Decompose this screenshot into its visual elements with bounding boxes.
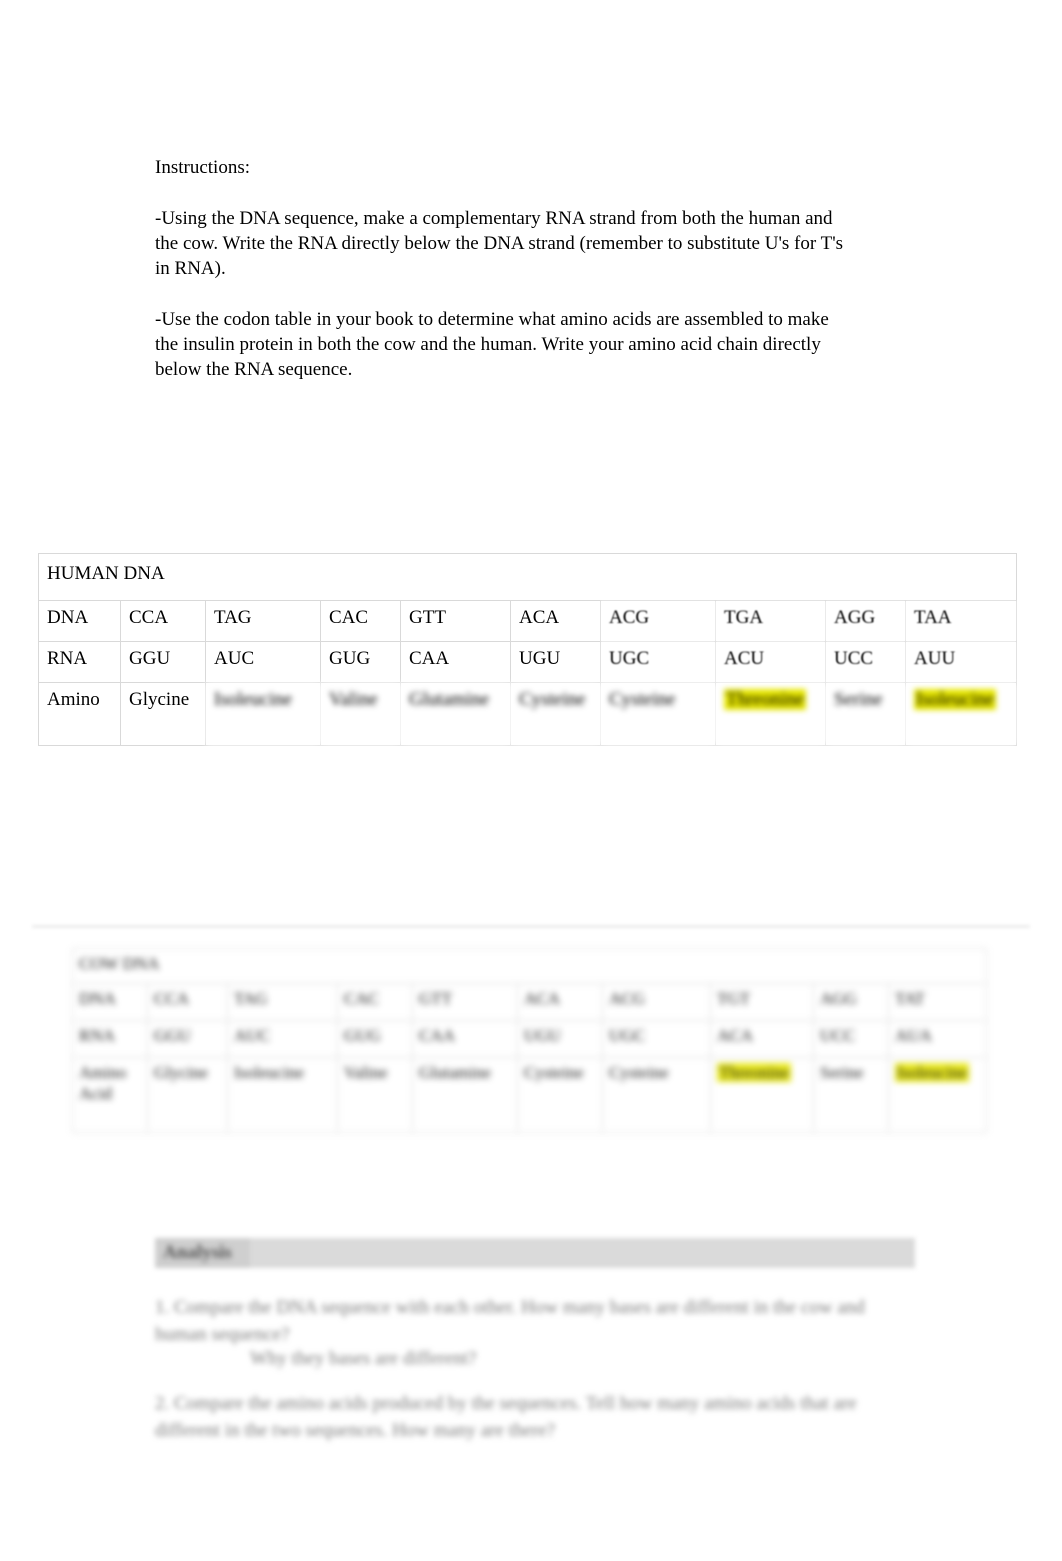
- row-label-rna: RNA: [72, 1020, 148, 1058]
- cell-rna-7: ACU: [715, 641, 826, 683]
- cell-dna-9: TAT: [887, 983, 988, 1021]
- table-row-rna: RNA GGU AUC GUG CAA UGU UGC ACA UCC AUA: [72, 1020, 988, 1058]
- cell-rna-8: UCC: [825, 641, 906, 683]
- cell-amino-4: Glutamine: [400, 682, 511, 746]
- analysis-heading-label: Analysis: [163, 1242, 232, 1263]
- table-row-title: COW DNA: [71, 948, 988, 984]
- analysis-heading-bar: [155, 1238, 915, 1268]
- cell-amino-5: Cysteine: [517, 1057, 603, 1133]
- highlight-amino-9: Isoleucine: [914, 689, 997, 710]
- cell-dna-4: GTT: [400, 600, 511, 642]
- cell-rna-5: UGU: [510, 641, 601, 683]
- cell-amino-3: Valine: [337, 1057, 413, 1133]
- human-dna-table: HUMAN DNA DNA CCA TAG CAC GTT ACA ACG TG…: [37, 553, 1018, 746]
- cell-dna-7: TGA: [715, 600, 826, 642]
- cow-dna-table: COW DNA DNA CCA TAG CAC GTT ACA ACG TGT …: [71, 948, 988, 1133]
- row-label-dna: DNA: [72, 983, 148, 1021]
- highlight-amino-7: Threonine: [717, 1063, 791, 1082]
- cell-dna-1: CCA: [147, 983, 228, 1021]
- cell-rna-4: CAA: [400, 641, 511, 683]
- cell-rna-6: UGC: [602, 1020, 711, 1058]
- cell-dna-3: CAC: [320, 600, 401, 642]
- cell-amino-3: Valine: [320, 682, 401, 746]
- cell-rna-9: AUU: [904, 641, 1018, 683]
- cell-amino-9: Isoleucine: [904, 682, 1018, 746]
- cell-dna-1: CCA: [120, 600, 206, 642]
- cell-amino-1: Glycine: [147, 1057, 228, 1133]
- cell-dna-2: TAG: [227, 983, 338, 1021]
- table-row-amino: Amino Acid Glycine Isoleucine Valine Glu…: [72, 1057, 988, 1133]
- cell-amino-2: Isoleucine: [227, 1057, 338, 1133]
- cell-amino-6: Cysteine: [602, 1057, 711, 1133]
- cell-amino-7: Threonine: [715, 682, 826, 746]
- cell-rna-8: UCC: [813, 1020, 889, 1058]
- cell-dna-5: ACA: [517, 983, 603, 1021]
- cell-rna-4: CAA: [412, 1020, 518, 1058]
- instructions-bullet-1: -Using the DNA sequence, make a compleme…: [155, 208, 844, 279]
- cell-dna-8: AGG: [813, 983, 889, 1021]
- cell-amino-9: Isoleucine: [887, 1057, 988, 1133]
- instructions-heading: Instructions:: [155, 157, 250, 178]
- cell-rna-3: GUG: [337, 1020, 413, 1058]
- cell-dna-3: CAC: [337, 983, 413, 1021]
- highlight-amino-9: Isoleucine: [895, 1063, 969, 1082]
- instructions-block: Instructions: -Using the DNA sequence, m…: [155, 155, 855, 382]
- cell-rna-2: AUC: [205, 641, 321, 683]
- cow-table-title: COW DNA: [71, 948, 988, 984]
- row-label-dna: DNA: [38, 600, 121, 642]
- cell-amino-6: Cysteine: [600, 682, 716, 746]
- table-row-title: HUMAN DNA: [37, 553, 1018, 601]
- cell-amino-1: Glycine: [120, 682, 206, 746]
- cell-dna-7: TGT: [710, 983, 814, 1021]
- cell-dna-9: TAA: [904, 600, 1018, 642]
- cell-amino-2: Isoleucine: [205, 682, 321, 746]
- cell-rna-9: AUA: [887, 1020, 988, 1058]
- cell-dna-8: AGG: [825, 600, 906, 642]
- cell-dna-4: GTT: [412, 983, 518, 1021]
- instructions-bullet-2: -Use the codon table in your book to det…: [155, 309, 829, 380]
- analysis-question-1: 1. Compare the DNA sequence with each ot…: [155, 1297, 865, 1345]
- cell-dna-6: ACG: [602, 983, 711, 1021]
- table-row-amino: Amino Glycine Isoleucine Valine Glutamin…: [38, 682, 1018, 746]
- cell-rna-2: AUC: [227, 1020, 338, 1058]
- cell-amino-4: Glutamine: [412, 1057, 518, 1133]
- row-label-amino: Amino: [38, 682, 121, 746]
- row-label-rna: RNA: [38, 641, 121, 683]
- table-row-dna: DNA CCA TAG CAC GTT ACA ACG TGA AGG TAA: [38, 600, 1018, 642]
- highlight-amino-7: Threonine: [724, 689, 807, 710]
- cell-amino-8: Serine: [813, 1057, 889, 1133]
- human-table-title: HUMAN DNA: [37, 553, 1018, 601]
- table-row-rna: RNA GGU AUC GUG CAA UGU UGC ACU UCC AUU: [38, 641, 1018, 683]
- cell-dna-2: TAG: [205, 600, 321, 642]
- cell-dna-6: ACG: [600, 600, 716, 642]
- cell-amino-7: Threonine: [710, 1057, 814, 1133]
- cell-rna-3: GUG: [320, 641, 401, 683]
- cell-dna-5: ACA: [510, 600, 601, 642]
- analysis-question-2: 2. Compare the amino acids produced by t…: [155, 1393, 857, 1441]
- cell-rna-7: ACA: [710, 1020, 814, 1058]
- cell-rna-6: UGC: [600, 641, 716, 683]
- cell-amino-8: Serine: [825, 682, 906, 746]
- cell-rna-1: GGU: [147, 1020, 228, 1058]
- cell-rna-1: GGU: [120, 641, 206, 683]
- table-row-dna: DNA CCA TAG CAC GTT ACA ACG TGT AGG TAT: [72, 983, 988, 1021]
- row-label-amino: Amino Acid: [72, 1057, 148, 1133]
- analysis-question-1-sub: Why they bases are different?: [250, 1348, 477, 1369]
- cell-rna-5: UGU: [517, 1020, 603, 1058]
- cell-amino-5: Cysteine: [510, 682, 601, 746]
- page-divider-rule: [32, 925, 1030, 928]
